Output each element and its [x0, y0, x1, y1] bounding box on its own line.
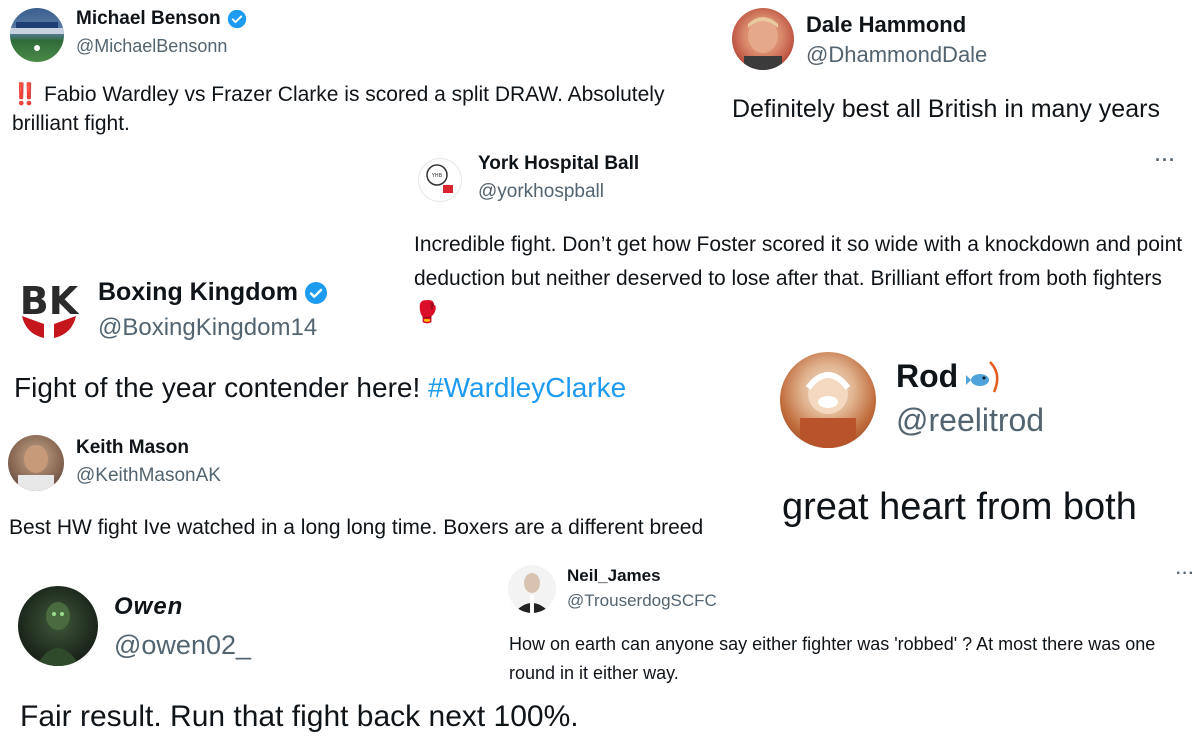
tweet-text: Fair result. Run that fight back next 10… — [20, 700, 579, 733]
author-name-text: Michael Benson — [76, 8, 221, 29]
author-name[interactable]: Boxing Kingdom — [98, 278, 328, 307]
svg-text:YHB: YHB — [431, 173, 443, 179]
tweet-text: Definitely best all British in many year… — [732, 95, 1160, 123]
author-name[interactable]: York Hospital Ball — [478, 153, 639, 175]
verified-badge-icon — [304, 281, 327, 304]
fishing-rod-icon — [966, 360, 999, 393]
character-armor-icon — [36, 602, 80, 666]
author-handle[interactable]: @BoxingKingdom14 — [98, 314, 317, 342]
hashtag-link[interactable]: #WardleyClarke — [428, 372, 626, 403]
tweet-text: How on earth can anyone say either fight… — [509, 634, 1156, 683]
verified-badge-icon — [227, 9, 246, 29]
author-name[interactable]: Owen — [114, 593, 183, 621]
double-exclamation-emoji: ‼️ — [12, 83, 39, 106]
tweet-text: Best HW fight Ive watched in a long long… — [9, 516, 704, 539]
tweet-text-body: Fabio Wardley vs Frazer Clarke is scored… — [12, 83, 665, 135]
author-name[interactable]: Dale Hammond — [806, 12, 966, 38]
avatar-owen[interactable] — [18, 586, 98, 666]
tweet-text: great heart from both — [782, 486, 1137, 528]
avatar-keith-mason[interactable] — [8, 435, 64, 491]
avatar-neil-james[interactable] — [508, 565, 556, 613]
tweet-text-body: Fight of the year contender here! — [14, 372, 421, 403]
author-name-text: Rod — [896, 358, 959, 394]
author-name[interactable]: Neil_James — [567, 566, 661, 586]
more-options-button[interactable]: ··· — [1176, 565, 1195, 583]
author-handle[interactable]: @owen02_ — [114, 630, 251, 661]
author-handle[interactable]: @yorkhospball — [478, 181, 604, 203]
author-handle[interactable]: @MichaelBensonn — [76, 36, 227, 57]
tweet-text: ‼️ Fabio Wardley vs Frazer Clarke is sco… — [12, 80, 732, 138]
author-name[interactable]: Rod — [896, 358, 1002, 395]
tweet-text: Incredible fight. Don’t get how Foster s… — [414, 228, 1184, 330]
author-handle[interactable]: @reelitrod — [896, 402, 1044, 439]
stadium-icon — [10, 22, 64, 51]
person-photo-icon — [18, 445, 54, 491]
author-handle[interactable]: @DhammondDale — [806, 42, 987, 68]
avatar-york-hospital-ball[interactable]: YHB — [418, 158, 462, 202]
york-hospital-ball-logo-icon: YHB — [426, 164, 453, 193]
svg-text:BK: BK — [20, 279, 80, 323]
avatar-rod[interactable] — [780, 352, 876, 448]
anime-character-icon — [800, 372, 856, 448]
avatar-michael-benson[interactable] — [10, 8, 64, 62]
author-handle[interactable]: @KeithMasonAK — [76, 465, 221, 487]
author-handle[interactable]: @TrouserdogSCFC — [567, 591, 717, 611]
boxing-kingdom-logo-icon: BK — [20, 279, 80, 338]
more-options-button[interactable]: ··· — [1155, 150, 1176, 171]
author-name[interactable]: Keith Mason — [76, 437, 189, 459]
person-photo-icon — [514, 573, 550, 613]
tweet-text: Fight of the year contender here! #Wardl… — [14, 372, 626, 404]
author-name[interactable]: Michael Benson — [76, 8, 247, 30]
author-name-text: Boxing Kingdom — [98, 278, 298, 306]
boxing-glove-emoji: 🥊 — [414, 301, 441, 324]
tweet-text-body: Incredible fight. Don’t get how Foster s… — [414, 233, 1183, 290]
avatar-boxing-kingdom[interactable]: BK — [14, 272, 84, 342]
person-photo-icon — [744, 17, 782, 70]
avatar-dale-hammond[interactable] — [732, 8, 794, 70]
